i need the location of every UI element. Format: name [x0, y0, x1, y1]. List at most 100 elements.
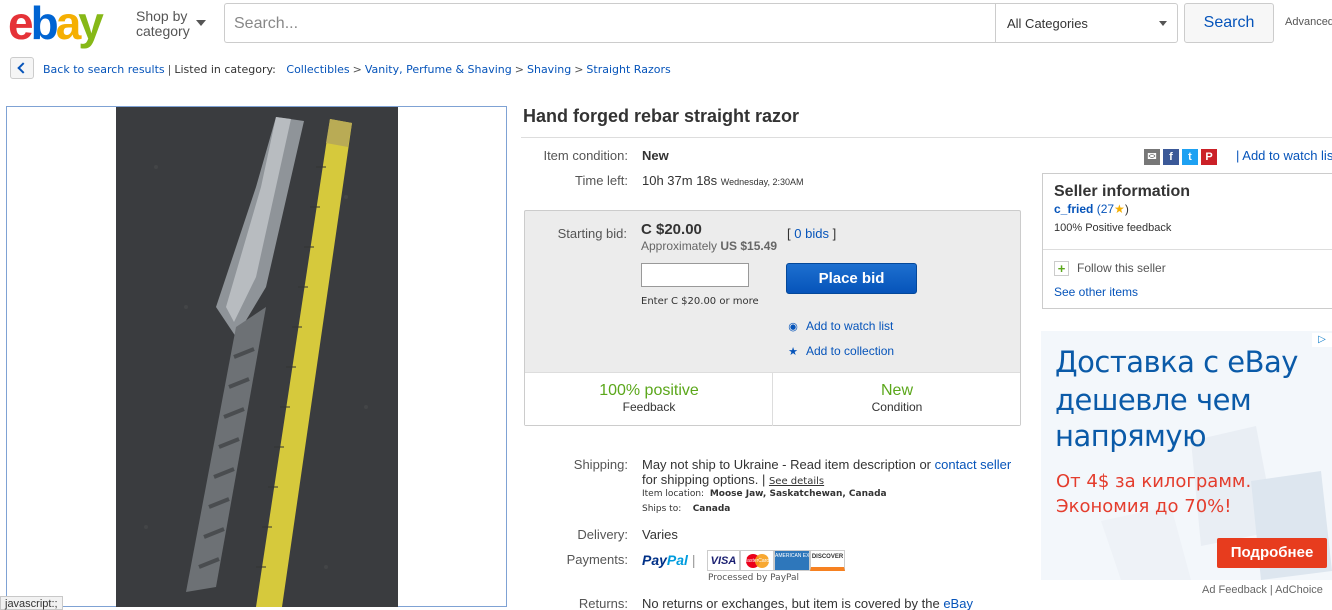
contact-seller-link[interactable]: contact seller: [935, 457, 1012, 472]
bid-box: Starting bid: C $20.00 Approximately US …: [524, 210, 1021, 426]
advanced-search-link[interactable]: Advanced: [1285, 16, 1332, 28]
bids-link[interactable]: 0 bids: [794, 226, 829, 241]
processed-by-paypal: Processed by PayPal: [708, 573, 800, 583]
approx-price: Approximately US $15.49: [641, 239, 777, 253]
bid-box-summary: 100% positive Feedback New Condition: [525, 372, 1021, 426]
ad-subline-1: От 4$ за килограмм.: [1056, 471, 1252, 492]
shipping-text: May not ship to Ukraine - Read item desc…: [642, 457, 935, 472]
bid-amount-input[interactable]: [641, 263, 749, 287]
ad-more-button[interactable]: Подробнее: [1217, 538, 1327, 568]
breadcrumb-vanity[interactable]: Vanity, Perfume & Shaving: [365, 63, 512, 76]
item-title: Hand forged rebar straight razor: [523, 106, 800, 126]
seller-divider: [1043, 249, 1332, 250]
listed-in-label: Listed in category:: [174, 63, 276, 76]
returns-value: No returns or exchanges, but item is cov…: [642, 596, 973, 610]
breadcrumb-straight-razors[interactable]: Straight Razors: [586, 63, 670, 76]
search-button[interactable]: Search: [1184, 3, 1274, 43]
ad-headline-1: Доставка с eBay: [1055, 345, 1298, 379]
item-image-panel[interactable]: [6, 106, 507, 607]
ad-headline-3: напрямую: [1055, 419, 1207, 453]
breadcrumb-shaving[interactable]: Shaving: [527, 63, 571, 76]
title-divider: [521, 137, 1332, 138]
see-other-items-link[interactable]: See other items: [1054, 285, 1138, 299]
follow-seller[interactable]: + Follow this seller: [1054, 261, 1166, 277]
shipping-line1: May not ship to Ukraine - Read item desc…: [642, 457, 1011, 472]
returns-label: Returns:: [578, 596, 628, 610]
bid-hint: Enter C $20.00 or more: [641, 296, 759, 307]
condition-summary: New Condition: [773, 373, 1021, 426]
collection-label: Add to collection: [806, 344, 895, 358]
item-location-value: Moose Jaw, Saskatchewan, Canada: [709, 489, 887, 499]
seller-info-panel: Seller information c_fried (27★) 100% Po…: [1042, 173, 1332, 309]
breadcrumb-collectibles[interactable]: Collectibles: [286, 63, 349, 76]
pinterest-icon[interactable]: P: [1201, 148, 1217, 165]
time-left-value: 10h 37m 18s: [642, 173, 718, 188]
seller-score[interactable]: (27: [1097, 202, 1114, 216]
bids-open-bracket: [: [787, 226, 791, 241]
advertisement[interactable]: Доставка с eBay дешевле чем напрямую От …: [1041, 331, 1332, 580]
watch-label: Add to watch list: [806, 319, 894, 333]
ad-headline-2: дешевле чем: [1055, 383, 1252, 417]
discover-icon: DISCOVER: [810, 550, 845, 571]
breadcrumb: Back to search results | Listed in categor…: [43, 63, 671, 76]
back-to-search-link[interactable]: Back to search results: [43, 63, 165, 76]
category-select[interactable]: All Categories: [995, 3, 1178, 43]
ebay-guarantee-link[interactable]: eBay: [943, 596, 973, 610]
shop-by-category[interactable]: Shop by category: [136, 9, 190, 39]
approx-value: US $15.49: [720, 239, 778, 253]
add-to-watch-list-action[interactable]: ◉ Add to watch list: [787, 319, 893, 333]
logo-a: a: [55, 0, 82, 49]
time-left: 10h 37m 18s Wednesday, 2:30AM: [642, 173, 804, 188]
mastercard-icon: MasterCard: [740, 550, 774, 571]
payments-label: Payments:: [566, 552, 628, 567]
paypal-logo: PayPal |: [642, 552, 696, 568]
twitter-icon[interactable]: t: [1182, 148, 1198, 165]
chevron-left-icon: [17, 62, 29, 74]
starting-bid-label: Starting bid:: [557, 226, 627, 241]
amex-icon: AMERICAN EXPRESS: [774, 550, 810, 571]
end-date: Wednesday, 2:30AM: [720, 177, 804, 187]
condition-label: Item condition:: [543, 148, 628, 163]
visa-icon: VISA: [707, 550, 740, 571]
browser-status-bar: javascript:;: [0, 596, 63, 610]
seller-heading: Seller information: [1054, 183, 1191, 200]
mastercard-text: MasterCard: [743, 558, 770, 564]
paypal-pay: Pay: [642, 552, 667, 568]
add-to-watch-list-link[interactable]: | Add to watch list: [1236, 148, 1332, 163]
feedback-summary: 100% positive Feedback: [525, 373, 773, 426]
time-left-label: Time left:: [575, 173, 628, 188]
plus-icon: +: [1054, 261, 1069, 277]
category-value: All Categories: [1007, 16, 1088, 31]
approx-label: Approximately: [641, 239, 721, 253]
ad-footer[interactable]: Ad Feedback | AdChoice: [1202, 584, 1323, 596]
item-photo[interactable]: [116, 107, 398, 607]
seller-positive-feedback: 100% Positive feedback: [1054, 222, 1172, 234]
email-icon[interactable]: ✉: [1144, 148, 1160, 165]
item-location: Item location: Moose Jaw, Saskatchewan, …: [642, 489, 887, 499]
feedback-label: Feedback: [622, 400, 676, 414]
chevron-down-icon: [1159, 21, 1167, 26]
see-details-link[interactable]: See details: [769, 476, 824, 487]
facebook-icon[interactable]: f: [1163, 148, 1179, 165]
back-button[interactable]: [10, 57, 34, 79]
ebay-logo[interactable]: ebay: [8, 0, 104, 49]
feedback-value: 100% positive: [599, 382, 699, 399]
eye-icon: ◉: [788, 321, 798, 333]
add-to-collection-action[interactable]: ★ Add to collection: [787, 344, 894, 358]
place-bid-button[interactable]: Place bid: [786, 263, 917, 294]
card-logos: VISAMasterCard AMERICAN EXPRESSDISCOVER: [707, 550, 845, 571]
shipping-line2: for shipping options. | See details: [642, 472, 824, 487]
seller-name-link[interactable]: c_fried: [1054, 202, 1093, 216]
item-location-label: Item location:: [642, 489, 705, 499]
seller-name-row: c_fried (27★): [1054, 202, 1129, 216]
ships-to-label: Ships to:: [642, 504, 682, 514]
adchoices-icon[interactable]: ▷: [1312, 333, 1332, 347]
search-input[interactable]: Search...: [224, 3, 996, 43]
ships-to-value: Canada: [692, 504, 731, 514]
chevron-down-icon[interactable]: [196, 20, 206, 26]
ad-subline-2: Экономия до 70%!: [1056, 496, 1232, 517]
shipping-label: Shipping:: [573, 457, 628, 472]
star-icon: ★: [788, 346, 798, 358]
returns-text: No returns or exchanges, but item is cov…: [642, 596, 944, 610]
condition-value: New: [642, 148, 669, 163]
